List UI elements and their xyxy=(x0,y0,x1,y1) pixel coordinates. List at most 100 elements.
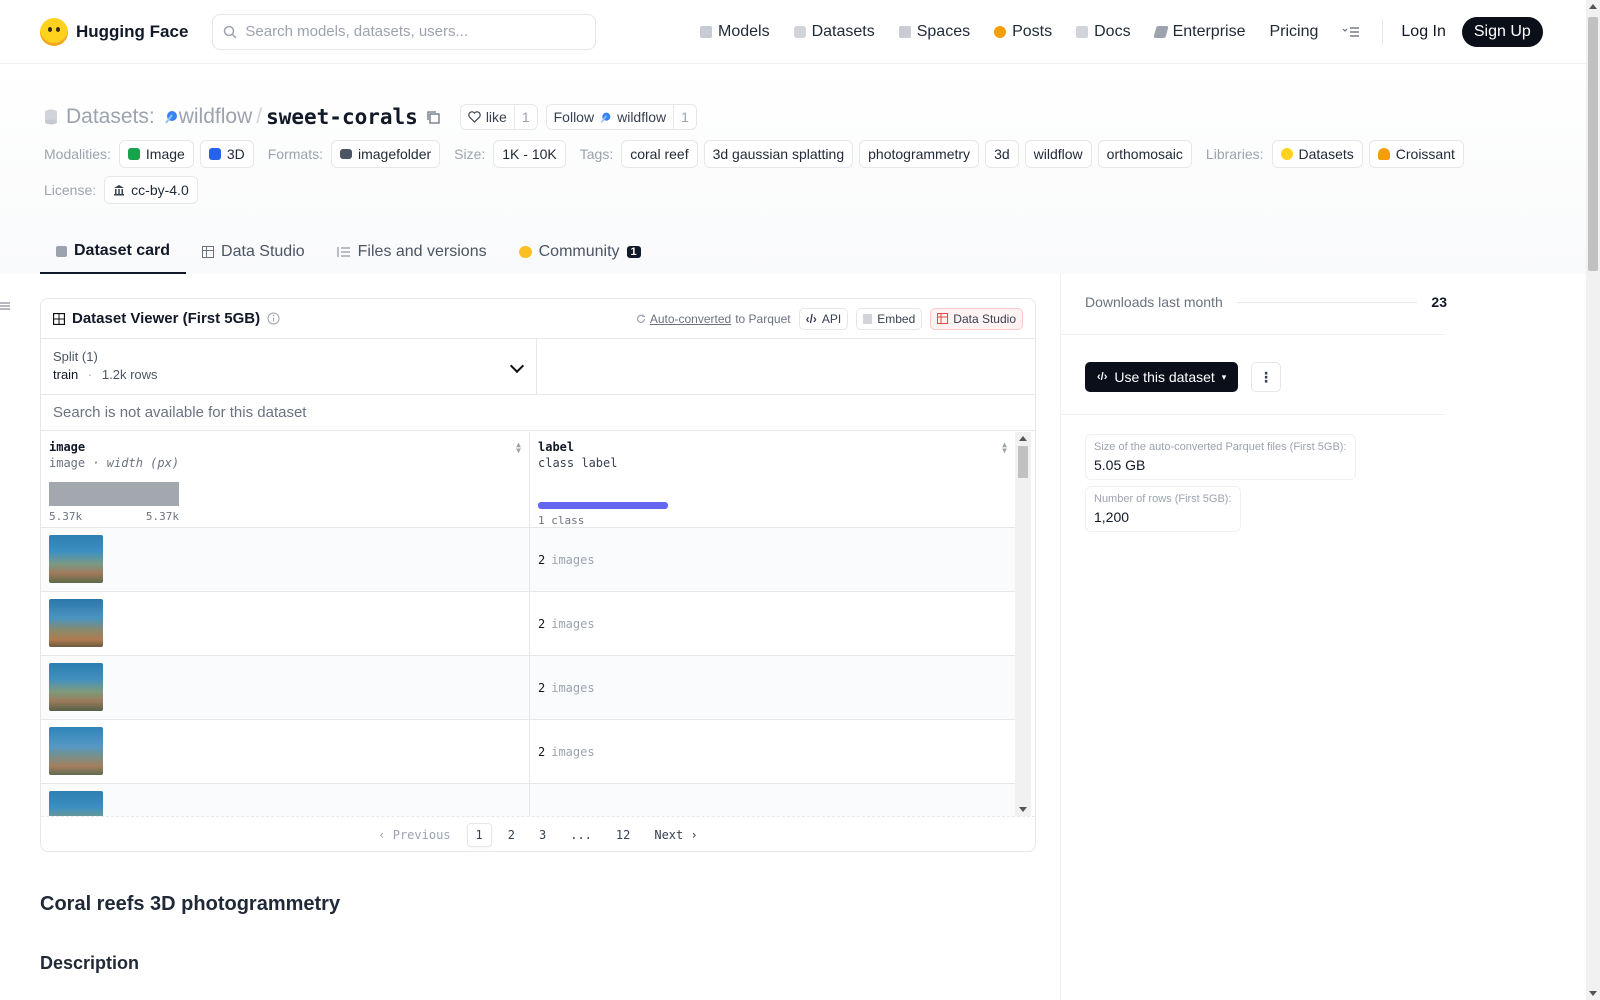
image-cell xyxy=(41,784,530,816)
hist-min: 5.37k xyxy=(49,510,83,523)
split-selector[interactable]: Split (1) train · 1.2k rows xyxy=(41,339,537,394)
coral-image-thumbnail[interactable] xyxy=(49,663,103,711)
api-button[interactable]: ‹/› API xyxy=(798,307,849,330)
more-menu-button[interactable] xyxy=(1342,26,1360,38)
owner-link[interactable]: wildflow xyxy=(179,105,253,129)
sort-icon[interactable]: ▲ ▼ xyxy=(516,441,521,455)
page-3-button[interactable]: 3 xyxy=(531,824,554,846)
tab-dataset-card[interactable]: Dataset card xyxy=(40,230,187,274)
page-12-button[interactable]: 12 xyxy=(608,824,638,846)
nav-models[interactable]: Models xyxy=(700,23,770,41)
split-row: Split (1) train · 1.2k rows xyxy=(41,339,1035,395)
tag-wildflow[interactable]: wildflow xyxy=(1024,140,1092,168)
page-1-button[interactable]: 1 xyxy=(466,822,492,847)
width-histogram-bar[interactable] xyxy=(49,482,179,506)
table-row[interactable]: 2 images xyxy=(41,528,1015,592)
scroll-thumb[interactable] xyxy=(1588,17,1598,271)
tag-row-2: License: cc-by-4.0 xyxy=(44,176,1504,204)
scroll-down-icon[interactable] xyxy=(1019,807,1027,812)
tab-data-studio[interactable]: Data Studio xyxy=(186,230,321,274)
signup-button[interactable]: Sign Up xyxy=(1461,17,1543,47)
info-icon[interactable] xyxy=(267,312,280,325)
tag-row-1: Modalities: Image 3D Formats: imagefolde… xyxy=(44,140,1504,168)
tag-3d-gaussian-splatting[interactable]: 3d gaussian splatting xyxy=(703,140,854,168)
table-row[interactable]: 2 images xyxy=(41,720,1015,784)
table-row[interactable]: 2 images xyxy=(41,656,1015,720)
next-label: Next xyxy=(654,827,684,842)
nav-spaces[interactable]: Spaces xyxy=(898,23,970,41)
cube-icon xyxy=(56,245,67,257)
like-count: 1 xyxy=(513,105,537,129)
class-distribution-bar[interactable] xyxy=(538,502,668,509)
follow-label: Follow xyxy=(553,109,595,125)
section-label[interactable]: Datasets: xyxy=(66,105,155,129)
copy-icon[interactable] xyxy=(426,110,440,124)
follow-button[interactable]: Follow wildflow 1 xyxy=(545,104,697,130)
column-label[interactable]: label class label ▲ ▼ 1 class xyxy=(530,432,1015,527)
page-scrollbar[interactable] xyxy=(1586,0,1600,1000)
coral-image-thumbnail[interactable] xyxy=(49,535,103,583)
auto-converted-link[interactable]: Auto-converted xyxy=(650,312,731,326)
global-search[interactable]: Search models, datasets, users... xyxy=(212,13,597,50)
tags-key: Tags: xyxy=(579,146,614,162)
tag-modality-3d[interactable]: 3D xyxy=(199,140,254,168)
nav-enterprise[interactable]: Enterprise xyxy=(1152,23,1245,41)
rows-label: Number of rows (First 5GB): xyxy=(1094,493,1232,505)
tag-3d[interactable]: 3d xyxy=(985,140,1019,168)
brand-name: Hugging Face xyxy=(76,21,189,41)
table-row[interactable]: 2 images xyxy=(41,592,1015,656)
modalities-key: Modalities: xyxy=(44,146,111,162)
brand-logo[interactable]: Hugging Face xyxy=(40,17,189,46)
repo-header: Datasets: wildflow / sweet-corals like 1… xyxy=(0,64,1586,274)
more-options-button[interactable]: ⋮ xyxy=(1251,362,1281,392)
tag-photogrammetry[interactable]: photogrammetry xyxy=(859,140,980,168)
image-cell xyxy=(41,656,530,719)
login-link[interactable]: Log In xyxy=(1401,23,1445,41)
split-separator: · xyxy=(87,367,93,382)
viewer-title-text: Dataset Viewer (First 5GB) xyxy=(72,310,261,327)
previous-page-button[interactable]: ‹ Previous xyxy=(370,824,458,846)
table-row[interactable] xyxy=(41,784,1015,816)
scroll-up-icon[interactable] xyxy=(1019,436,1027,441)
column-image[interactable]: image image · width (px) ▲ ▼ 5.37k 5.37k xyxy=(41,432,530,527)
tag-size[interactable]: 1K - 10K xyxy=(493,140,566,168)
histogram-labels: 5.37k 5.37k xyxy=(49,510,179,523)
like-button[interactable]: like 1 xyxy=(459,104,538,130)
nav-docs[interactable]: Docs xyxy=(1076,23,1131,41)
tag-format[interactable]: imagefolder xyxy=(330,140,441,168)
sort-icon[interactable]: ▲ ▼ xyxy=(1002,441,1007,455)
coral-image-thumbnail[interactable] xyxy=(49,727,103,775)
toc-toggle[interactable] xyxy=(0,300,10,314)
coral-image-thumbnail[interactable] xyxy=(49,791,103,816)
image-cell xyxy=(41,592,530,655)
search-input[interactable]: Search models, datasets, users... xyxy=(245,23,468,40)
tag-orthomosaic[interactable]: orthomosaic xyxy=(1097,140,1192,168)
embed-button[interactable]: Embed xyxy=(856,307,923,330)
nav-pricing[interactable]: Pricing xyxy=(1269,23,1318,41)
scroll-thumb[interactable] xyxy=(1018,446,1028,478)
use-this-dataset-button[interactable]: ‹/› Use this dataset ▾ xyxy=(1085,362,1239,392)
nav-datasets[interactable]: Datasets xyxy=(793,23,875,41)
tab-community[interactable]: Community 1 xyxy=(503,230,657,274)
rows-stat: Number of rows (First 5GB): 1,200 xyxy=(1085,486,1241,532)
table-header: image image · width (px) ▲ ▼ 5.37k 5.37k l… xyxy=(41,432,1015,528)
page-2-button[interactable]: 2 xyxy=(500,824,523,846)
follow-count: 1 xyxy=(673,105,696,129)
tag-license[interactable]: cc-by-4.0 xyxy=(104,176,198,204)
data-studio-button[interactable]: Data Studio xyxy=(930,307,1023,330)
repo-name[interactable]: sweet-corals xyxy=(266,105,418,129)
scroll-down-icon[interactable] xyxy=(1589,991,1597,996)
tag-modality-image[interactable]: Image xyxy=(118,140,194,168)
tag-library-croissant[interactable]: Croissant xyxy=(1368,140,1464,168)
files-icon xyxy=(336,247,350,257)
size-key: Size: xyxy=(454,146,486,162)
tag-library-datasets[interactable]: Datasets xyxy=(1271,140,1363,168)
coral-image-thumbnail[interactable] xyxy=(49,599,103,647)
scroll-up-icon[interactable] xyxy=(1589,4,1597,9)
table-scrollbar[interactable] xyxy=(1015,432,1031,816)
next-page-button[interactable]: Next › xyxy=(646,824,705,846)
label-name: images xyxy=(551,680,595,695)
tab-files-and-versions[interactable]: Files and versions xyxy=(321,230,503,274)
nav-posts[interactable]: Posts xyxy=(994,23,1052,41)
tag-coral-reef[interactable]: coral reef xyxy=(621,140,698,168)
